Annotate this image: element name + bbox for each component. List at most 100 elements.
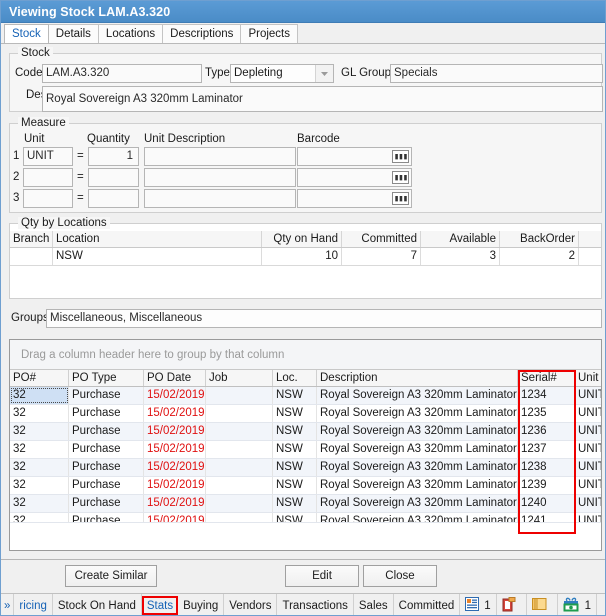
barcode-icon[interactable]: ▮▮▮ — [392, 171, 409, 184]
tab-projects[interactable]: Projects — [240, 24, 298, 43]
navitem-buying[interactable]: Buying — [178, 594, 224, 616]
cell-qty-on-hand: 10 — [262, 248, 342, 265]
navitem-stock-on-hand[interactable]: Stock On Hand — [53, 594, 142, 616]
cell-job — [206, 423, 273, 440]
navitem-sales[interactable]: Sales — [354, 594, 394, 616]
measure-quantity-field[interactable] — [88, 168, 139, 187]
cell-po-date: 15/02/2019 — [144, 387, 206, 404]
type-combobox[interactable]: Depleting — [230, 64, 334, 83]
column-header-loc[interactable]: Loc. — [273, 370, 317, 386]
statusbar-filler — [597, 594, 606, 616]
groups-field[interactable]: Miscellaneous, Miscellaneous — [46, 309, 602, 328]
table-row[interactable]: 32 Purchase 15/02/2019 NSW Royal Soverei… — [10, 477, 601, 495]
measure-unit-description-field[interactable] — [144, 147, 296, 166]
measure-unit-description-field[interactable] — [144, 189, 296, 208]
cell-po: 32 — [10, 423, 69, 440]
navitem-transactions[interactable]: Transactions — [277, 594, 353, 616]
column-header-location[interactable]: Location — [53, 231, 262, 247]
column-header-extra[interactable] — [579, 231, 601, 247]
cell-description: Royal Sovereign A3 320mm Laminator — [317, 513, 518, 522]
chevron-down-icon[interactable] — [315, 65, 333, 82]
documents-icon-group[interactable] — [527, 594, 558, 616]
code-field[interactable]: LAM.A3.320 — [42, 64, 202, 83]
column-header-po-date[interactable]: PO Date — [144, 370, 206, 386]
tab-locations[interactable]: Locations — [98, 24, 163, 43]
tab-stock[interactable]: Stock — [4, 24, 49, 43]
measure-unit-description-field[interactable] — [144, 168, 296, 187]
measure-unit-field[interactable]: UNIT — [23, 147, 73, 166]
qty-by-locations-header-row: Branch Location Qty on Hand Committed Av… — [10, 231, 601, 248]
cell-serial: 1238 — [518, 459, 575, 476]
type-label: Type — [205, 67, 230, 79]
measure-unit-description-header: Unit Description — [144, 133, 225, 145]
measure-quantity-field[interactable]: 1 — [88, 147, 139, 166]
notes-icon-group[interactable]: 1 — [460, 594, 496, 616]
gl-group-field[interactable]: Specials — [390, 64, 603, 83]
clipboard-icon-group[interactable] — [497, 594, 527, 616]
notes-icon[interactable] — [465, 597, 479, 614]
column-header-branch[interactable]: Branch — [10, 231, 53, 247]
cell-po-type: Purchase — [69, 441, 144, 458]
column-header-available[interactable]: Available — [421, 231, 500, 247]
column-header-unit[interactable]: Unit — [575, 370, 601, 386]
navitem-stats[interactable]: Stats — [142, 596, 178, 615]
measure-unit-field[interactable] — [23, 189, 73, 208]
cell-loc: NSW — [273, 513, 317, 522]
barcode-icon[interactable]: ▮▮▮ — [392, 150, 409, 163]
clipboard-icon[interactable] — [502, 597, 516, 615]
cell-po-date: 15/02/2019 — [144, 405, 206, 422]
column-header-po[interactable]: PO# — [10, 370, 69, 386]
table-row[interactable]: NSW 10 7 3 2 — [10, 248, 601, 266]
measure-unit-field[interactable] — [23, 168, 73, 187]
cell-po: 32 — [10, 495, 69, 512]
cell-description: Royal Sovereign A3 320mm Laminator — [317, 495, 518, 512]
column-header-description[interactable]: Description — [317, 370, 518, 386]
table-row[interactable]: 32 Purchase 15/02/2019 NSW Royal Soverei… — [10, 459, 601, 477]
column-header-backorder[interactable]: BackOrder — [500, 231, 579, 247]
cell-po: 32 — [10, 513, 69, 522]
column-header-serial[interactable]: Serial# — [518, 370, 575, 386]
bottom-navigation-bar: » ricing Stock On Hand Stats Buying Vend… — [1, 593, 606, 616]
documents-icon[interactable] — [532, 597, 547, 614]
group-by-drop-area[interactable]: Drag a column header here to group by th… — [10, 340, 601, 370]
navitem-vendors[interactable]: Vendors — [224, 594, 277, 616]
barcode-glyph: ▮▮▮ — [394, 194, 407, 204]
column-header-job[interactable]: Job — [206, 370, 273, 386]
grid-body: 32 Purchase 15/02/2019 NSW Royal Soverei… — [10, 387, 601, 551]
column-header-qty-on-hand[interactable]: Qty on Hand — [262, 231, 342, 247]
cell-job — [206, 387, 273, 404]
navitem-pricing[interactable]: ricing — [14, 594, 52, 616]
cell-po: 32 — [10, 477, 69, 494]
navitem-committed[interactable]: Committed — [394, 594, 461, 616]
tab-details[interactable]: Details — [48, 24, 99, 43]
money-gift-icon-group[interactable]: 1 — [558, 594, 597, 616]
tab-descriptions[interactable]: Descriptions — [162, 24, 241, 43]
close-button[interactable]: Close — [363, 565, 437, 587]
column-header-committed[interactable]: Committed — [342, 231, 421, 247]
overflow-chevron-icon[interactable]: » — [1, 594, 14, 616]
table-row[interactable]: 32 Purchase 15/02/2019 NSW Royal Soverei… — [10, 495, 601, 513]
barcode-icon[interactable]: ▮▮▮ — [392, 192, 409, 205]
cell-job — [206, 477, 273, 494]
qty-by-locations-legend: Qty by Locations — [18, 217, 110, 229]
measure-quantity-field[interactable] — [88, 189, 139, 208]
table-row[interactable]: 32 Purchase 15/02/2019 NSW Royal Soverei… — [10, 513, 601, 523]
cell-po-date: 15/02/2019 — [144, 477, 206, 494]
cell-description: Royal Sovereign A3 320mm Laminator — [317, 387, 518, 404]
money-gift-icon[interactable] — [563, 597, 580, 615]
cell-loc: NSW — [273, 387, 317, 404]
dialog-button-bar: Create Similar Edit Close — [1, 559, 605, 593]
desc-field[interactable]: Royal Sovereign A3 320mm Laminator — [42, 86, 603, 112]
edit-button[interactable]: Edit — [285, 565, 359, 587]
barcode-glyph: ▮▮▮ — [394, 152, 407, 162]
table-row[interactable]: 32 Purchase 15/02/2019 NSW Royal Soverei… — [10, 387, 601, 405]
column-header-po-type[interactable]: PO Type — [69, 370, 144, 386]
measure-row-number: 1 — [13, 150, 19, 162]
table-row[interactable]: 32 Purchase 15/02/2019 NSW Royal Soverei… — [10, 441, 601, 459]
table-row[interactable]: 32 Purchase 15/02/2019 NSW Royal Soverei… — [10, 423, 601, 441]
table-row[interactable]: 32 Purchase 15/02/2019 NSW Royal Soverei… — [10, 405, 601, 423]
cell-po: 32 — [10, 459, 69, 476]
cell-unit: UNIT — [575, 441, 601, 458]
cell-po-date: 15/02/2019 — [144, 459, 206, 476]
create-similar-button[interactable]: Create Similar — [65, 565, 157, 587]
